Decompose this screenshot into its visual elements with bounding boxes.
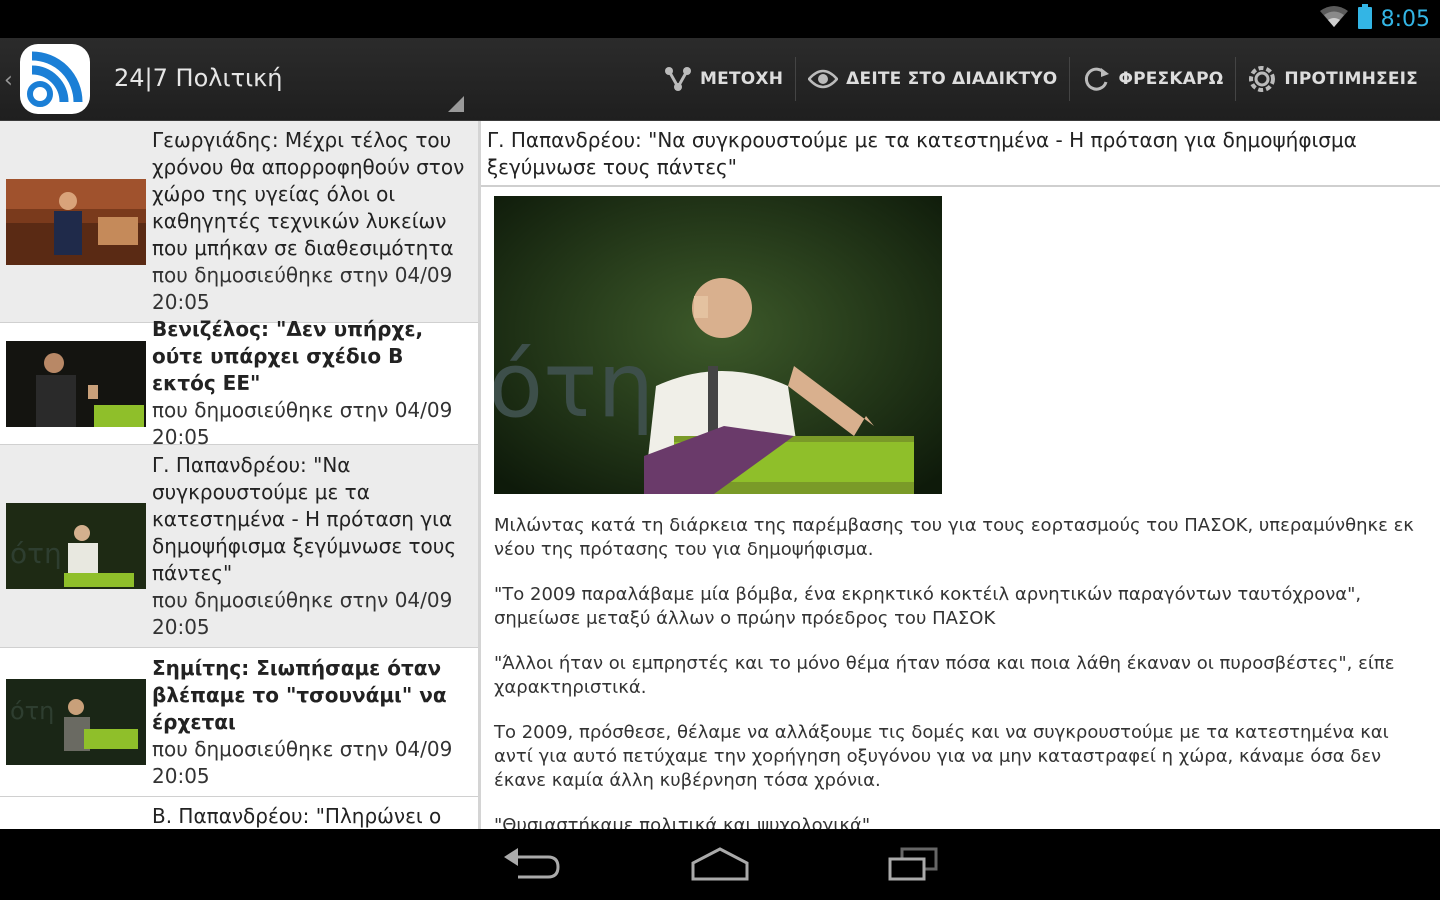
article-paragraph: "Το 2009 παραλάβαμε μία βόμβα, ένα εκρηκ… [494, 584, 1362, 629]
navigation-bar [0, 829, 1440, 900]
article-paragraph: Το 2009, πρόσθεσε, θέλαμε να αλλάξουμε τ… [494, 722, 1389, 791]
article-body: Μιλώντας κατά τη διάρκεια της παρέμβασης… [494, 514, 1424, 829]
refresh-icon [1082, 65, 1110, 93]
spinner-indicator-icon[interactable] [448, 96, 464, 112]
settings-label: ΠΡΟΤΙΜΗΣΕΙΣ [1284, 69, 1418, 89]
article-detail[interactable]: Γ. Παπανδρέου: "Να συγκρουστούμε με τα κ… [481, 121, 1440, 829]
settings-icon [1248, 65, 1276, 93]
share-label: ΜΕΤΟΧΗ [700, 69, 784, 89]
article-content: ότη Μιλώντας κατά τη διάρκεια της παρέμβ… [494, 196, 1424, 829]
refresh-button[interactable]: ΦΡΕΣΚΑΡΩ [1070, 52, 1235, 106]
list-item-title: Βενιζέλος: "Δεν υπήρχε, ούτε υπάρχει σχέ… [152, 317, 424, 395]
settings-button[interactable]: ΠΡΟΤΙΜΗΣΕΙΣ [1236, 52, 1430, 106]
eye-icon [808, 69, 839, 89]
svg-text:ότη: ότη [10, 697, 54, 725]
view-online-label: ΔΕΙΤΕ ΣΤΟ ΔΙΑΔΙΚΤΥΟ [846, 69, 1058, 89]
battery-icon [1357, 4, 1373, 34]
action-bar: ‹ 24|7 Πολιτική ΜΕΤΟΧΗ ΔΕΙΤΕ ΣΤΟ ΔΙΑΔΙΚΤ… [0, 38, 1440, 121]
article-image: ότη [494, 196, 942, 494]
list-item-date: που δημοσιεύθηκε στην 04/09 20:05 [152, 263, 453, 314]
app-logo-icon[interactable] [18, 42, 92, 116]
article-paragraph: "Θυσιαστήκαμε πολιτικά και ψυχολογικά" [494, 815, 871, 829]
list-item-title: Γ. Παπανδρέου: "Να συγκρουστούμε με τα κ… [152, 452, 457, 585]
thumbnail-image: ότη [6, 679, 146, 765]
list-item-date: που δημοσιεύθηκε στην 04/09 20:05 [152, 587, 453, 639]
list-item-title: Β. Παπανδρέου: "Πληρώνει ο [152, 804, 442, 828]
thumbnail-image [6, 340, 146, 427]
app-title[interactable]: 24|7 Πολιτική [114, 64, 283, 92]
list-item-text: Βενιζέλος: "Δεν υπήρχε, ούτε υπάρχει σχέ… [152, 310, 478, 457]
back-icon[interactable] [494, 845, 564, 885]
share-button[interactable]: ΜΕΤΟΧΗ [652, 52, 795, 106]
article-paragraph: Μιλώντας κατά τη διάρκεια της παρέμβασης… [494, 515, 1414, 560]
thumbnail-image [6, 178, 146, 265]
status-bar: 8:05 [0, 0, 1440, 38]
list-item[interactable]: Β. Παπανδρέου: "Πληρώνει ο [0, 797, 478, 829]
list-item[interactable]: Γεωργιάδης: Μέχρι τέλος του χρόνου θα απ… [0, 121, 478, 323]
article-list[interactable]: Γεωργιάδης: Μέχρι τέλος του χρόνου θα απ… [0, 121, 478, 829]
list-item-title: Γεωργιάδης: Μέχρι τέλος του χρόνου θα απ… [152, 128, 465, 260]
list-item-date: που δημοσιεύθηκε στην 04/09 20:05 [152, 398, 453, 449]
refresh-label: ΦΡΕΣΚΑΡΩ [1118, 69, 1224, 89]
content-area: Γεωργιάδης: Μέχρι τέλος του χρόνου θα απ… [0, 121, 1440, 829]
list-item-title: Σημίτης: Σιωπήσαμε όταν βλέπαμε το "τσου… [152, 655, 447, 734]
wifi-icon [1319, 5, 1349, 33]
list-item-text: Σημίτης: Σιωπήσαμε όταν βλέπαμε το "τσου… [152, 649, 478, 796]
list-item-text: Γ. Παπανδρέου: "Να συγκρουστούμε με τα κ… [152, 446, 478, 647]
action-buttons: ΜΕΤΟΧΗ ΔΕΙΤΕ ΣΤΟ ΔΙΑΔΙΚΤΥΟ ΦΡΕΣΚΑΡΩ ΠΡΟΤ… [652, 52, 1430, 106]
view-online-button[interactable]: ΔΕΙΤΕ ΣΤΟ ΔΙΑΔΙΚΤΥΟ [796, 52, 1069, 106]
svg-text:ότη: ότη [494, 333, 654, 438]
svg-text:ότη: ότη [10, 537, 62, 570]
recent-apps-icon[interactable] [878, 845, 948, 885]
up-caret-icon[interactable]: ‹ [4, 68, 13, 93]
list-item[interactable]: ότη Σημίτης: Σιωπήσαμε όταν βλέπαμε το "… [0, 648, 478, 797]
status-icons: 8:05 [1319, 4, 1430, 34]
list-item[interactable]: ότη Γ. Παπανδρέου: "Να συγκρουστούμε με … [0, 445, 478, 648]
status-time: 8:05 [1380, 6, 1430, 32]
home-icon[interactable] [685, 845, 755, 885]
article-paragraph: "Άλλοι ήταν οι εμπρηστές και το μόνο θέμ… [494, 653, 1395, 698]
list-item[interactable]: Βενιζέλος: "Δεν υπήρχε, ούτε υπάρχει σχέ… [0, 317, 478, 449]
list-item-date: που δημοσιεύθηκε στην 04/09 20:05 [152, 736, 453, 788]
list-item-text: Γεωργιάδης: Μέχρι τέλος του χρόνου θα απ… [152, 121, 478, 322]
share-icon [664, 66, 692, 92]
list-item-text: Β. Παπανδρέου: "Πληρώνει ο [152, 797, 478, 829]
article-title: Γ. Παπανδρέου: "Να συγκρουστούμε με τα κ… [481, 121, 1440, 187]
thumbnail-image: ότη [6, 503, 146, 589]
